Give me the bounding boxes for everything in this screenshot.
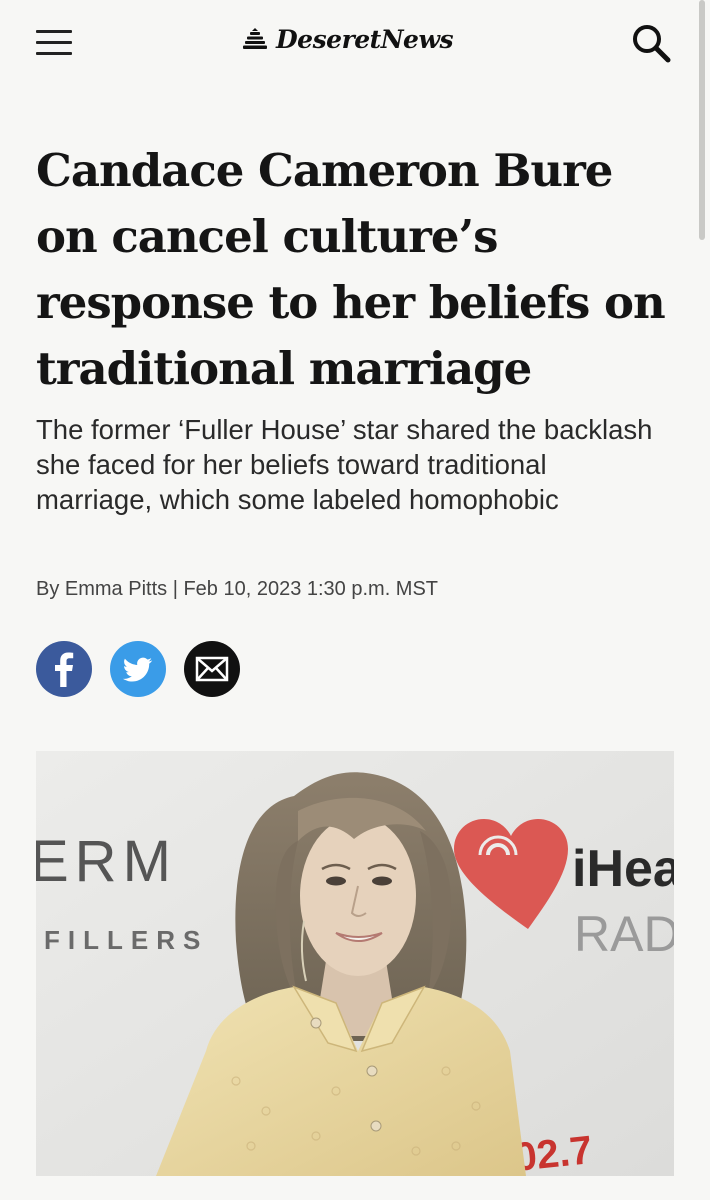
photo-image: ERM FILLERS iHea RAD 02.7 [36, 751, 674, 1176]
facebook-share-button[interactable] [36, 641, 92, 697]
backdrop-text-erm: ERM [36, 829, 177, 894]
site-header: DeseretNews [0, 0, 710, 84]
email-icon [195, 656, 229, 682]
search-icon[interactable] [630, 22, 672, 64]
backdrop-text-iheart: iHea [572, 840, 674, 898]
facebook-icon [55, 652, 74, 687]
article-photo[interactable]: ERM FILLERS iHea RAD 02.7 [36, 751, 674, 1176]
article-page: DeseretNews Candace Cameron Bure on canc… [0, 0, 710, 1200]
twitter-share-button[interactable] [110, 641, 166, 697]
backdrop-text-fillers: FILLERS [44, 925, 208, 955]
article-dek: The former ‘Fuller House’ star shared th… [36, 414, 653, 515]
beehive-icon [243, 28, 267, 49]
scrollbar[interactable] [699, 0, 705, 240]
twitter-icon [122, 657, 153, 682]
article-headline: Candace Cameron Bure on cancel culture’s… [36, 144, 666, 395]
hamburger-menu-icon[interactable] [36, 30, 72, 56]
email-share-button[interactable] [184, 641, 240, 697]
site-logo[interactable]: DeseretNews [242, 22, 454, 56]
share-bar [36, 641, 240, 697]
article-byline: By Emma Pitts | Feb 10, 2023 1:30 p.m. M… [36, 578, 439, 600]
brand-name: DeseretNews [276, 24, 454, 54]
backdrop-text-radio: RAD [574, 906, 674, 962]
